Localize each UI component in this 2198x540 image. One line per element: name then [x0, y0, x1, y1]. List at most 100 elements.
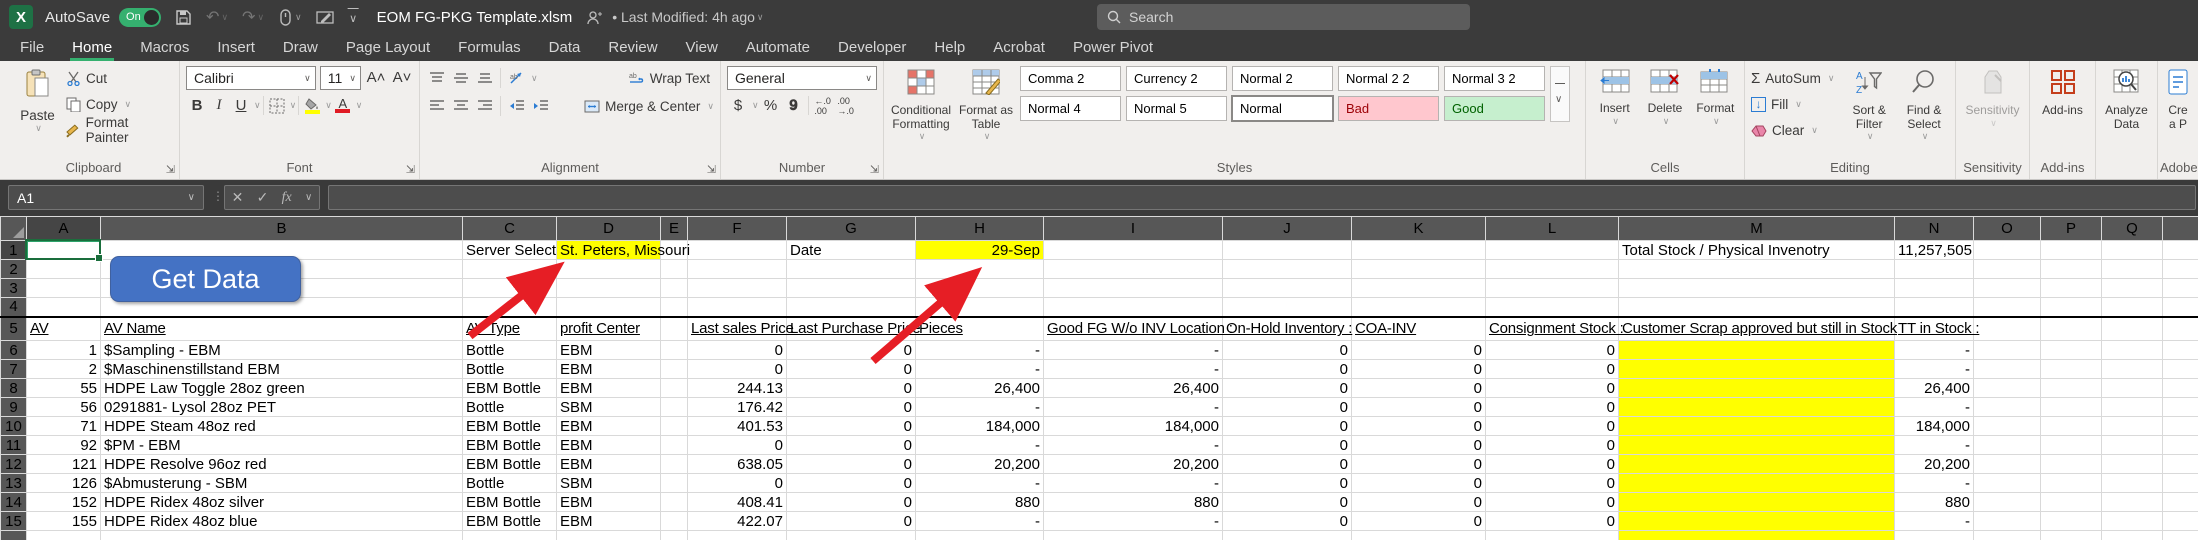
cell-M3[interactable]: [1619, 279, 1895, 298]
cell-H13[interactable]: -: [916, 474, 1044, 493]
cell-G5[interactable]: Last Purchase Price: [787, 317, 916, 341]
cell-R15[interactable]: [2163, 512, 2198, 531]
italic-button[interactable]: I: [208, 94, 230, 117]
align-bottom-button[interactable]: [474, 67, 496, 90]
cell-A5[interactable]: AV: [27, 317, 101, 341]
cell-H3[interactable]: [916, 279, 1044, 298]
cell-C6[interactable]: Bottle: [463, 341, 557, 360]
fill-button[interactable]: ↓ Fill ∨: [1751, 92, 1839, 116]
cell-G11[interactable]: 0: [787, 436, 916, 455]
cell-B10[interactable]: HDPE Steam 48oz red: [101, 417, 463, 436]
align-center-button[interactable]: [450, 95, 472, 118]
cell-Q12[interactable]: [2102, 455, 2163, 474]
cell-M4[interactable]: [1619, 298, 1895, 317]
cell-N9[interactable]: -: [1895, 398, 1974, 417]
row-header-13[interactable]: 13: [1, 474, 27, 493]
cell-A9[interactable]: 56: [27, 398, 101, 417]
cell-F11[interactable]: 0: [688, 436, 787, 455]
cell-E11[interactable]: [661, 436, 688, 455]
cell-C13[interactable]: Bottle: [463, 474, 557, 493]
cell-E4[interactable]: [661, 298, 688, 317]
cell-O11[interactable]: [1974, 436, 2041, 455]
cell-F4[interactable]: [688, 298, 787, 317]
cell-J12[interactable]: 0: [1223, 455, 1352, 474]
tab-file[interactable]: File: [6, 34, 58, 61]
cell-Q4[interactable]: [2102, 298, 2163, 317]
style-bad[interactable]: Bad: [1338, 96, 1439, 121]
cell-F10[interactable]: 401.53: [688, 417, 787, 436]
cell-G6[interactable]: 0: [787, 341, 916, 360]
tab-acrobat[interactable]: Acrobat: [979, 34, 1059, 61]
cell-H6[interactable]: -: [916, 341, 1044, 360]
cell-P6[interactable]: [2041, 341, 2102, 360]
cell-L10[interactable]: 0: [1486, 417, 1619, 436]
cell-K7[interactable]: 0: [1352, 360, 1486, 379]
cell-M10[interactable]: [1619, 417, 1895, 436]
cell-F16[interactable]: [688, 531, 787, 540]
cell-E7[interactable]: [661, 360, 688, 379]
cell-K10[interactable]: 0: [1352, 417, 1486, 436]
conditional-formatting-button[interactable]: Conditional Formatting ∨: [890, 66, 952, 142]
cell-A14[interactable]: 152: [27, 493, 101, 512]
cell-I3[interactable]: [1044, 279, 1223, 298]
tab-page-layout[interactable]: Page Layout: [332, 34, 444, 61]
cell-L4[interactable]: [1486, 298, 1619, 317]
cell-O4[interactable]: [1974, 298, 2041, 317]
cell-G7[interactable]: 0: [787, 360, 916, 379]
cell-D3[interactable]: [557, 279, 661, 298]
cell-L16[interactable]: [1486, 531, 1619, 540]
column-header-partial[interactable]: [2163, 217, 2198, 241]
cell-B9[interactable]: 0291881- Lysol 28oz PET: [101, 398, 463, 417]
cell-O14[interactable]: [1974, 493, 2041, 512]
touch-mode-icon[interactable]: ∨: [278, 9, 302, 26]
align-left-button[interactable]: [426, 95, 448, 118]
cell-H15[interactable]: -: [916, 512, 1044, 531]
cell-J3[interactable]: [1223, 279, 1352, 298]
autosave-toggle[interactable]: On: [119, 8, 161, 27]
column-header-P[interactable]: P: [2041, 217, 2102, 241]
format-cells-button[interactable]: Format ∨: [1693, 66, 1738, 126]
increase-indent-button[interactable]: [529, 95, 551, 118]
orientation-button[interactable]: ab: [505, 67, 527, 90]
cell-P12[interactable]: [2041, 455, 2102, 474]
cell-K4[interactable]: [1352, 298, 1486, 317]
cell-H12[interactable]: 20,200: [916, 455, 1044, 474]
cell-J13[interactable]: 0: [1223, 474, 1352, 493]
cell-J11[interactable]: 0: [1223, 436, 1352, 455]
cell-C9[interactable]: Bottle: [463, 398, 557, 417]
cell-C8[interactable]: EBM Bottle: [463, 379, 557, 398]
cell-I1[interactable]: [1044, 241, 1223, 260]
cell-D1[interactable]: St. Peters, Missouri: [557, 241, 661, 260]
cell-R7[interactable]: [2163, 360, 2198, 379]
find-select-button[interactable]: Find & Select ∨: [1899, 66, 1949, 142]
cell-L14[interactable]: 0: [1486, 493, 1619, 512]
cell-Q11[interactable]: [2102, 436, 2163, 455]
cell-K12[interactable]: 0: [1352, 455, 1486, 474]
cell-M2[interactable]: [1619, 260, 1895, 279]
cell-E5[interactable]: [661, 317, 688, 341]
cell-A11[interactable]: 92: [27, 436, 101, 455]
cell-C3[interactable]: [463, 279, 557, 298]
cell-L2[interactable]: [1486, 260, 1619, 279]
number-format-combo[interactable]: General∨: [727, 66, 877, 90]
cell-A16[interactable]: [27, 531, 101, 540]
cell-P11[interactable]: [2041, 436, 2102, 455]
cell-L6[interactable]: 0: [1486, 341, 1619, 360]
cell-Q16[interactable]: [2102, 531, 2163, 540]
row-header-14[interactable]: 14: [1, 493, 27, 512]
cell-I4[interactable]: [1044, 298, 1223, 317]
cell-J5[interactable]: On-Hold Inventory :: [1223, 317, 1352, 341]
wrap-text-button[interactable]: ab Wrap Text: [629, 66, 710, 90]
cell-N14[interactable]: 880: [1895, 493, 1974, 512]
cell-M12[interactable]: [1619, 455, 1895, 474]
cell-Q2[interactable]: [2102, 260, 2163, 279]
row-header-3[interactable]: 3: [1, 279, 27, 298]
cell-Q14[interactable]: [2102, 493, 2163, 512]
cell-R6[interactable]: [2163, 341, 2198, 360]
cell-P9[interactable]: [2041, 398, 2102, 417]
cell-N1[interactable]: 11,257,505: [1895, 241, 1974, 260]
cell-C11[interactable]: EBM Bottle: [463, 436, 557, 455]
cell-G9[interactable]: 0: [787, 398, 916, 417]
style-normal-3-2[interactable]: Normal 3 2: [1444, 66, 1545, 91]
row-header-4[interactable]: 4: [1, 298, 27, 317]
